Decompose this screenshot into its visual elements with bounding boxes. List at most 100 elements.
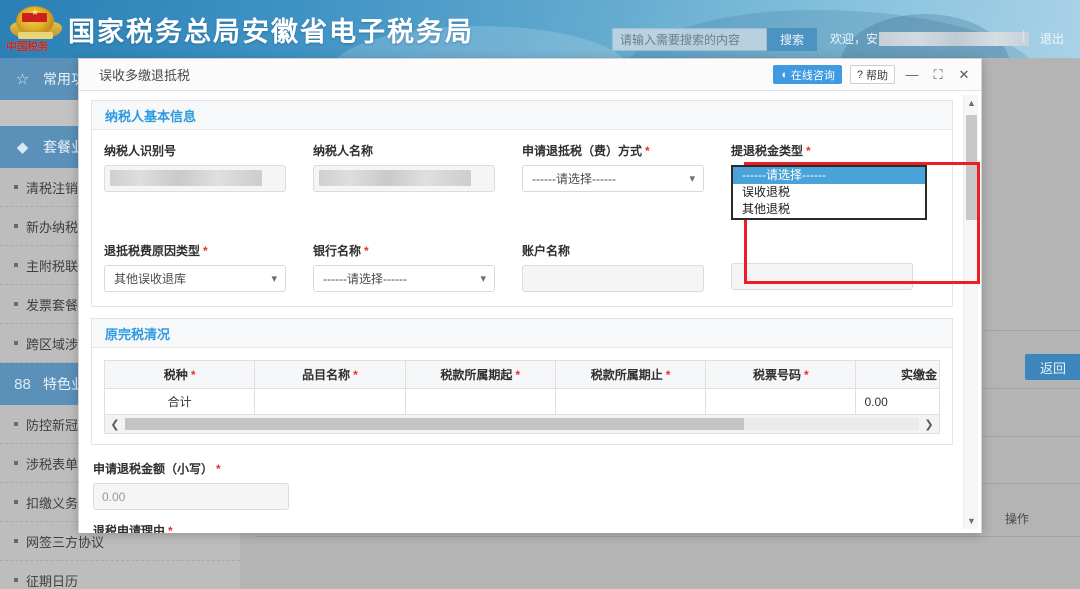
bullet-icon: [14, 263, 18, 267]
table-cell: [404, 388, 556, 415]
dialog-toolbar: ◖ 在线咨询 ? 帮助 — ⛶ ✕: [773, 65, 973, 84]
bullet-icon: [14, 224, 18, 228]
search-button[interactable]: 搜索: [767, 28, 817, 51]
logout-link[interactable]: 退出: [1040, 30, 1064, 47]
app-root: ★ 中国税务 国家税务总局安徽省电子税务局 搜索 欢迎，安 | 退出 ☆ 常用功…: [0, 0, 1080, 589]
bullet-icon: [14, 539, 18, 543]
search-input[interactable]: [612, 28, 767, 51]
account-extra-field[interactable]: [731, 263, 913, 290]
online-consult-label: 在线咨询: [790, 69, 835, 82]
required-marker: *: [804, 368, 809, 382]
required-marker: *: [216, 462, 221, 476]
taxpayer-info-title: 纳税人基本信息: [92, 101, 952, 130]
required-marker: *: [515, 368, 521, 382]
sidebar-item-label: 发票套餐: [26, 297, 79, 313]
header-text: 税款所属期起: [440, 368, 513, 382]
national-tax-emblem-icon: ★: [8, 4, 64, 58]
table-cell-total-label: 合计: [103, 388, 256, 415]
star-icon: ☆: [15, 71, 30, 88]
redacted-value: [319, 170, 471, 186]
chevron-down-icon: ▾: [271, 273, 277, 285]
required-marker: *: [168, 524, 173, 533]
redacted-username: [879, 32, 1030, 46]
chevron-right-icon[interactable]: ❯: [919, 418, 939, 431]
field-label-text: 退抵税费原因类型: [104, 244, 201, 258]
maximize-icon[interactable]: ⛶: [929, 67, 947, 83]
field-taxpayer-id: 纳税人识别号: [104, 142, 313, 229]
header-search: 搜索: [612, 28, 817, 51]
dialog-body: ▲ ▼ 纳税人基本信息 纳税人识别号 纳税人名称 申请退抵税（费）方式 * --…: [79, 91, 981, 533]
refund-amount-section: 申请退税金额（小写）* 退税申请理由*: [91, 456, 969, 533]
refund-type-select-wrapper: ------请选择------ 误收退税 其他退税: [731, 165, 927, 229]
field-label-text: 银行名称: [313, 244, 362, 258]
field-account-name: 账户名称: [522, 242, 731, 292]
table-row: 合计 0.00: [103, 388, 940, 415]
chevron-left-icon[interactable]: ❮: [105, 418, 125, 431]
dialog-vertical-scrollbar[interactable]: ▲ ▼: [963, 95, 978, 529]
field-account-extra: [731, 242, 940, 292]
amount-label-text: 申请退税金额（小写）: [93, 462, 214, 476]
table-cell-total-amount: 0.00: [855, 388, 940, 415]
original-tax-table-wrap: 税种* 品目名称* 税款所属期起* 税款所属期止* 税票号码* 实缴金: [92, 348, 952, 444]
field-bank-name: 银行名称 * ------请选择------ ▾: [313, 242, 522, 292]
header-text: 实缴金: [900, 368, 937, 382]
field-row-1: 纳税人识别号 纳税人名称 申请退抵税（费）方式 * ------请选择-----…: [104, 142, 940, 229]
required-marker: *: [353, 368, 358, 382]
table-cell: [554, 388, 707, 415]
required-marker: *: [203, 244, 208, 258]
field-label: 纳税人名称: [313, 144, 374, 158]
refund-method-select[interactable]: ------请选择------ ▾: [522, 165, 704, 192]
table-cell: [705, 388, 857, 415]
taxpayer-id-input[interactable]: [104, 165, 286, 192]
scrollbar-thumb[interactable]: [966, 115, 977, 220]
bank-name-select[interactable]: ------请选择------ ▾: [313, 265, 495, 292]
scrollbar-thumb[interactable]: [125, 418, 745, 430]
original-tax-title: 原完税清况: [92, 319, 952, 348]
required-marker: *: [665, 368, 671, 382]
back-button[interactable]: 返回: [1025, 354, 1080, 380]
dropdown-option[interactable]: 误收退税: [733, 184, 925, 201]
field-label: 银行名称 *: [313, 242, 522, 259]
required-marker: *: [190, 368, 196, 382]
sidebar-item-label: 征期日历: [26, 573, 79, 589]
amount-label: 申请退税金额（小写） *: [93, 460, 967, 477]
table-header-cell: 税票号码 *: [705, 360, 857, 389]
refund-amount-input[interactable]: [93, 483, 289, 510]
online-consult-button[interactable]: ◖ 在线咨询: [773, 65, 842, 84]
chevron-down-icon[interactable]: ▼: [964, 513, 979, 529]
scrollbar-rail[interactable]: [125, 418, 919, 430]
dropdown-option[interactable]: 其他退税: [733, 201, 925, 218]
table-header-cell: 税款所属期起 *: [404, 360, 556, 389]
table-header-cell: 税款所属期止 *: [554, 360, 707, 389]
help-button[interactable]: ? 帮助: [849, 65, 895, 84]
refund-type-dropdown-open[interactable]: ------请选择------ 误收退税 其他退税: [731, 165, 927, 220]
minimize-icon[interactable]: —: [903, 67, 921, 82]
content-divider-5: [256, 536, 1080, 537]
field-taxpayer-name: 纳税人名称: [313, 142, 522, 229]
table-horizontal-scrollbar[interactable]: ❮ ❯: [104, 415, 940, 434]
bullet-icon: [14, 461, 18, 465]
bullet-icon: [14, 578, 18, 582]
bank-name-value: ------请选择------: [323, 272, 407, 286]
bullet-icon: [14, 341, 18, 345]
chevron-up-icon[interactable]: ▲: [964, 95, 979, 111]
close-icon[interactable]: ✕: [955, 67, 973, 83]
bullet-icon: [14, 302, 18, 306]
dropdown-option[interactable]: ------请选择------: [733, 167, 925, 184]
field-label: 退抵税费原因类型 *: [104, 242, 313, 259]
header-divider: |: [1022, 28, 1026, 43]
reason-label: 退税申请理由 *: [93, 522, 967, 533]
layers-icon: ◆: [16, 139, 29, 156]
bullet-icon: [14, 422, 18, 426]
account-name-field[interactable]: [522, 265, 704, 292]
table-cell: [254, 388, 406, 415]
field-label: 提退税金类型 *: [731, 142, 940, 159]
dialog-title: 误收多缴退抵税: [99, 68, 191, 83]
tax-table-container: 税种* 品目名称* 税款所属期起* 税款所属期止* 税票号码* 实缴金: [103, 360, 940, 434]
reason-type-select[interactable]: 其他误收退库 ▾: [104, 265, 286, 292]
table-header-row: 税种 * 品目名称 * 税款所属期起 * 税款所属期止 * 税票号码 * 实缴金: [103, 360, 940, 389]
sidebar-item-zhengqi[interactable]: 征期日历: [0, 561, 240, 589]
chevron-down-icon: ▾: [689, 173, 695, 185]
field-refund-method: 申请退抵税（费）方式 * ------请选择------ ▾: [522, 142, 731, 229]
taxpayer-name-input[interactable]: [313, 165, 495, 192]
